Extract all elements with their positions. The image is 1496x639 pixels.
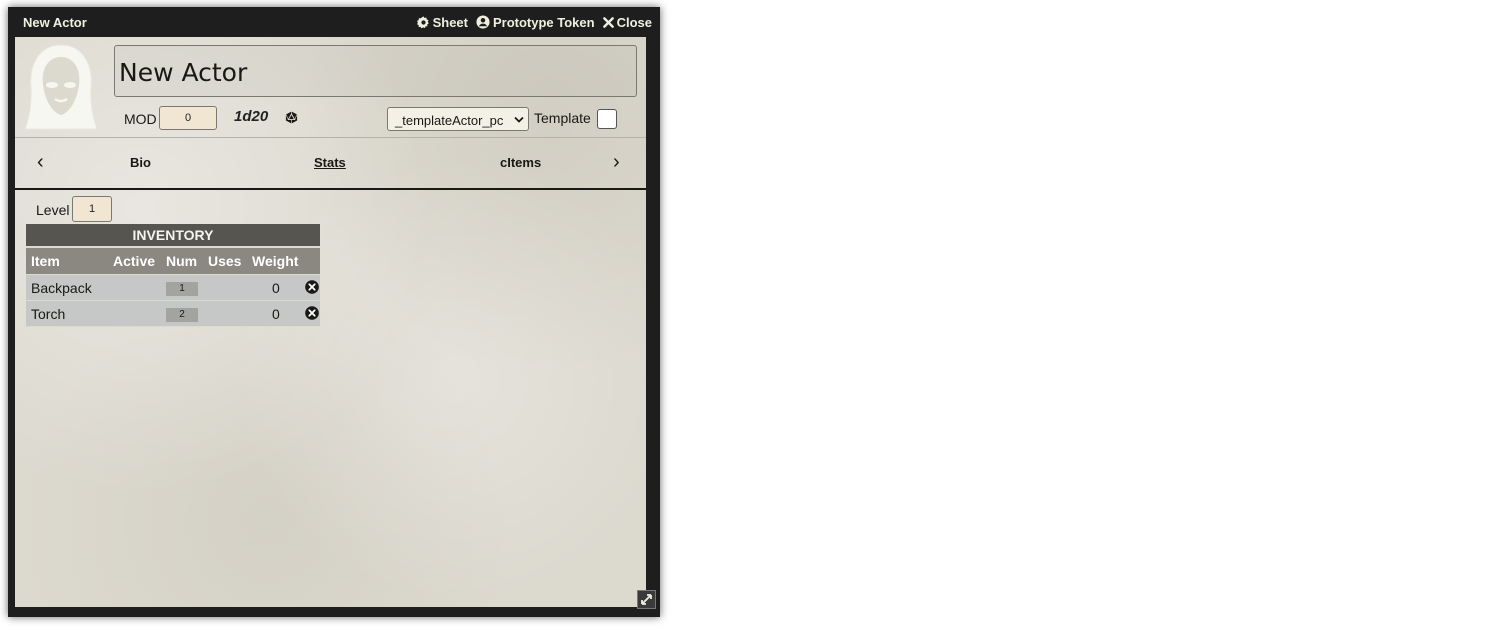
- gear-icon: [416, 15, 429, 28]
- window-titlebar[interactable]: New Actor Sheet Prototype Token Close: [8, 7, 660, 37]
- hooded-figure-icon[interactable]: [25, 43, 97, 131]
- tab-citems[interactable]: cItems: [500, 155, 541, 170]
- inventory-header-row: Item Active Num Uses Weight: [26, 248, 320, 275]
- sheet-header: New Actor MOD 0 1d20 _templateActor_pc T…: [15, 37, 646, 138]
- prototype-token-label: Prototype Token: [492, 14, 595, 30]
- template-label: Template: [534, 110, 591, 126]
- close-button-label: Close: [616, 14, 652, 30]
- mod-label: MOD: [124, 111, 157, 127]
- sheet-tabs: ‹ Bio Stats cItems ›: [15, 138, 646, 190]
- inventory-row[interactable]: Backpack 1 0: [26, 275, 320, 301]
- inventory-title: INVENTORY: [26, 224, 320, 248]
- delete-icon[interactable]: [305, 280, 319, 294]
- actor-sheet-window: New Actor Sheet Prototype Token Close Ne…: [8, 7, 660, 617]
- chevron-right-icon[interactable]: ›: [613, 151, 620, 174]
- sheet-button-label: Sheet: [432, 14, 468, 30]
- chevron-down-icon: [514, 116, 524, 123]
- template-select[interactable]: _templateActor_pc: [387, 107, 529, 131]
- level-label: Level: [36, 202, 70, 218]
- item-weight: 0: [272, 306, 280, 322]
- column-header-active: Active: [113, 253, 156, 269]
- inventory-row[interactable]: Torch 2 0: [26, 301, 320, 327]
- sheet-button[interactable]: Sheet: [416, 14, 468, 30]
- sheet-content: New Actor MOD 0 1d20 _templateActor_pc T…: [15, 37, 646, 607]
- column-header-num: Num: [166, 253, 198, 269]
- column-header-weight: Weight: [252, 253, 299, 269]
- tab-stats[interactable]: Stats: [314, 155, 346, 170]
- window-title: New Actor: [23, 14, 87, 30]
- delete-icon[interactable]: [305, 306, 319, 320]
- close-icon: [602, 16, 614, 28]
- tab-bio[interactable]: Bio: [130, 155, 151, 170]
- item-name[interactable]: Torch: [31, 306, 65, 322]
- level-input[interactable]: 1: [72, 196, 112, 222]
- user-circle-icon: [476, 15, 490, 29]
- resize-handle[interactable]: [637, 590, 656, 609]
- item-num-input[interactable]: 1: [166, 282, 198, 296]
- item-weight: 0: [272, 280, 280, 296]
- item-num-input[interactable]: 2: [166, 308, 198, 322]
- column-header-item: Item: [31, 253, 60, 269]
- template-select-value: _templateActor_pc: [395, 113, 504, 128]
- actor-name-input[interactable]: New Actor: [114, 45, 637, 97]
- d20-icon[interactable]: [285, 111, 298, 124]
- item-name[interactable]: Backpack: [31, 280, 92, 296]
- prototype-token-button[interactable]: Prototype Token: [476, 15, 595, 30]
- column-header-uses: Uses: [208, 253, 242, 269]
- mod-input[interactable]: 0: [159, 106, 217, 130]
- resize-icon: [641, 594, 652, 605]
- template-checkbox[interactable]: [597, 109, 617, 129]
- chevron-left-icon[interactable]: ‹: [37, 151, 44, 174]
- roll-formula: 1d20: [234, 108, 269, 125]
- close-button[interactable]: Close: [602, 14, 652, 30]
- inventory-table: INVENTORY Item Active Num Uses Weight Ba…: [26, 224, 320, 327]
